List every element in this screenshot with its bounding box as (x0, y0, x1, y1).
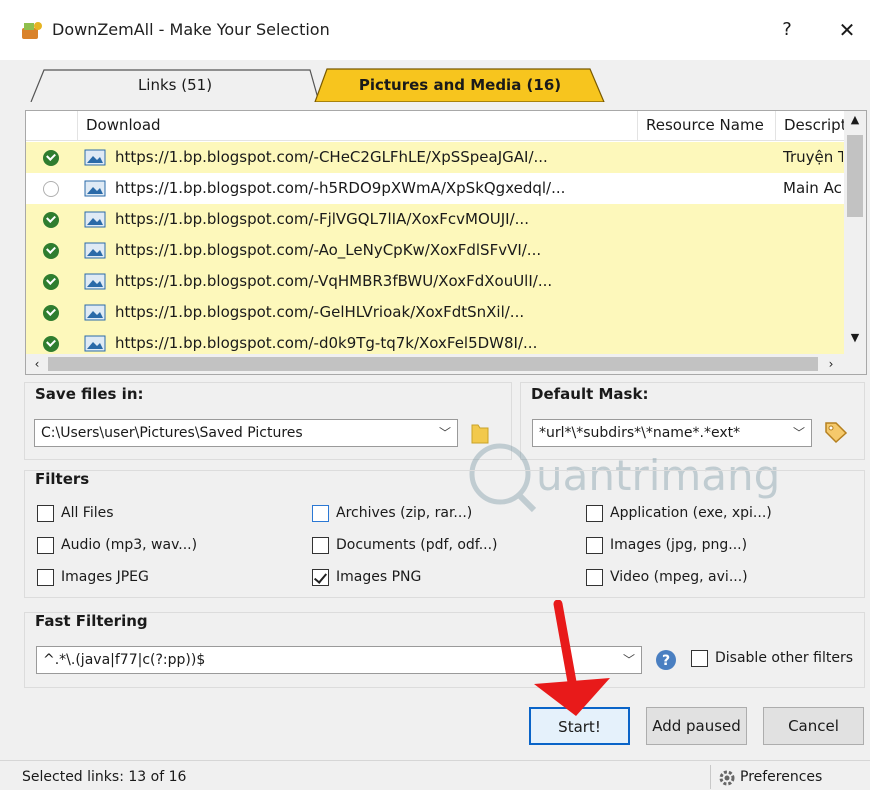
images-label: Images (jpg, png...) (610, 537, 748, 553)
image-file-icon (84, 242, 106, 259)
download-list[interactable]: Download Resource Name Descript https://… (25, 110, 867, 375)
help-icon[interactable]: ? (655, 649, 677, 671)
status-bar: Selected links: 13 of 16 Preferences (0, 760, 870, 790)
row-url: https://1.bp.blogspot.com/-VqHMBR3fBWU/X… (115, 272, 553, 290)
save-path-select[interactable]: C:\Users\user\Pictures\Saved Pictures ﹀ (34, 419, 458, 447)
checked-icon[interactable] (43, 243, 59, 259)
images-jpeg-label: Images JPEG (61, 569, 149, 585)
application-checkbox[interactable] (586, 505, 603, 522)
column-header-resource-name[interactable]: Resource Name (638, 111, 776, 141)
audio-label: Audio (mp3, wav...) (61, 537, 198, 553)
list-row[interactable]: https://1.bp.blogspot.com/-Ao_LeNyCpKw/X… (26, 235, 844, 266)
tab-pictures-media[interactable]: Pictures and Media (16) (314, 68, 606, 102)
image-file-icon (84, 335, 106, 352)
gear-icon[interactable] (718, 769, 736, 787)
application-label: Application (exe, xpi...) (610, 505, 772, 521)
scroll-left-icon[interactable]: ‹ (28, 354, 46, 374)
list-rows: https://1.bp.blogspot.com/-CHeC2GLFhLE/X… (26, 142, 844, 359)
status-divider (710, 765, 711, 789)
row-url: https://1.bp.blogspot.com/-CHeC2GLFhLE/X… (115, 148, 548, 166)
save-path-value: C:\Users\user\Pictures\Saved Pictures (41, 425, 303, 441)
checked-icon[interactable] (43, 150, 59, 166)
scroll-down-icon[interactable]: ▼ (844, 331, 866, 349)
row-description: Truyện T (783, 148, 843, 166)
list-row[interactable]: https://1.bp.blogspot.com/-GelHLVrioak/X… (26, 297, 844, 328)
row-url: https://1.bp.blogspot.com/-GelHLVrioak/X… (115, 303, 525, 321)
image-file-icon (84, 180, 106, 197)
horizontal-scrollbar[interactable]: ‹ › (26, 354, 866, 374)
horizontal-scroll-thumb[interactable] (48, 357, 818, 371)
list-row[interactable]: https://1.bp.blogspot.com/-h5RDO9pXWmA/X… (26, 173, 844, 204)
tab-links-label: Links (51) (137, 76, 213, 94)
filters-title: Filters (35, 470, 90, 488)
tag-icon[interactable] (823, 420, 849, 444)
list-row[interactable]: https://1.bp.blogspot.com/-CHeC2GLFhLE/X… (26, 142, 844, 173)
title-bar: DownZemAll - Make Your Selection ? ✕ (0, 0, 870, 60)
checked-icon[interactable] (43, 336, 59, 352)
row-description: Main Ac (783, 179, 842, 197)
images-jpeg-checkbox[interactable] (37, 569, 54, 586)
selected-links-status: Selected links: 13 of 16 (22, 769, 187, 785)
vertical-scrollbar[interactable]: ▲ ▼ (844, 111, 866, 356)
image-file-icon (84, 273, 106, 290)
documents-label: Documents (pdf, odf...) (336, 537, 498, 553)
unchecked-icon[interactable] (43, 181, 59, 197)
checked-icon[interactable] (43, 212, 59, 228)
archives-label: Archives (zip, rar...) (336, 505, 473, 521)
app-icon (22, 22, 42, 39)
disable-other-filters-label: Disable other filters (715, 650, 853, 666)
images-png-checkbox[interactable] (312, 569, 329, 586)
image-file-icon (84, 149, 106, 166)
video-label: Video (mpeg, avi...) (610, 569, 748, 585)
video-checkbox[interactable] (586, 569, 603, 586)
images-checkbox[interactable] (586, 537, 603, 554)
tab-media-label: Pictures and Media (16) (358, 76, 562, 94)
fast-filter-value: ^.*\.(java|f77|c(?:pp))$ (43, 652, 206, 668)
chevron-down-icon: ﹀ (622, 653, 635, 667)
cancel-button[interactable]: Cancel (763, 707, 864, 745)
checked-icon[interactable] (43, 274, 59, 290)
row-url: https://1.bp.blogspot.com/-Ao_LeNyCpKw/X… (115, 241, 542, 259)
red-arrow-annotation (534, 600, 610, 716)
svg-text:?: ? (662, 653, 670, 669)
help-button[interactable]: ? (772, 16, 802, 44)
column-header-description[interactable]: Descript (776, 111, 844, 141)
preferences-button[interactable]: Preferences (740, 769, 822, 785)
row-url: https://1.bp.blogspot.com/-h5RDO9pXWmA/X… (115, 179, 566, 197)
chevron-down-icon: ﹀ (438, 426, 451, 440)
image-file-icon (84, 211, 106, 228)
all-files-label: All Files (61, 505, 114, 521)
window-title: DownZemAll - Make Your Selection (52, 20, 330, 39)
row-url: https://1.bp.blogspot.com/-FjlVGQL7lIA/X… (115, 210, 529, 228)
checked-icon[interactable] (43, 305, 59, 321)
list-header: Download Resource Name Descript (26, 111, 844, 141)
disable-other-filters-checkbox[interactable] (691, 650, 708, 667)
documents-checkbox[interactable] (312, 537, 329, 554)
audio-checkbox[interactable] (37, 537, 54, 554)
default-mask-title: Default Mask: (531, 385, 649, 403)
scroll-up-icon[interactable]: ▲ (844, 113, 866, 131)
fast-filtering-title: Fast Filtering (35, 612, 148, 630)
archives-checkbox[interactable] (312, 505, 329, 522)
image-file-icon (84, 304, 106, 321)
close-button[interactable]: ✕ (832, 16, 862, 44)
vertical-scroll-thumb[interactable] (847, 135, 863, 217)
column-header-download[interactable]: Download (78, 111, 638, 141)
list-row[interactable]: https://1.bp.blogspot.com/-VqHMBR3fBWU/X… (26, 266, 844, 297)
images-png-label: Images PNG (336, 569, 422, 585)
tab-links[interactable]: Links (51) (30, 68, 320, 102)
all-files-checkbox[interactable] (37, 505, 54, 522)
add-paused-button[interactable]: Add paused (646, 707, 747, 745)
list-row[interactable]: https://1.bp.blogspot.com/-FjlVGQL7lIA/X… (26, 204, 844, 235)
scroll-right-icon[interactable]: › (822, 354, 840, 374)
column-header-check[interactable] (26, 111, 78, 141)
save-files-title: Save files in: (35, 385, 144, 403)
